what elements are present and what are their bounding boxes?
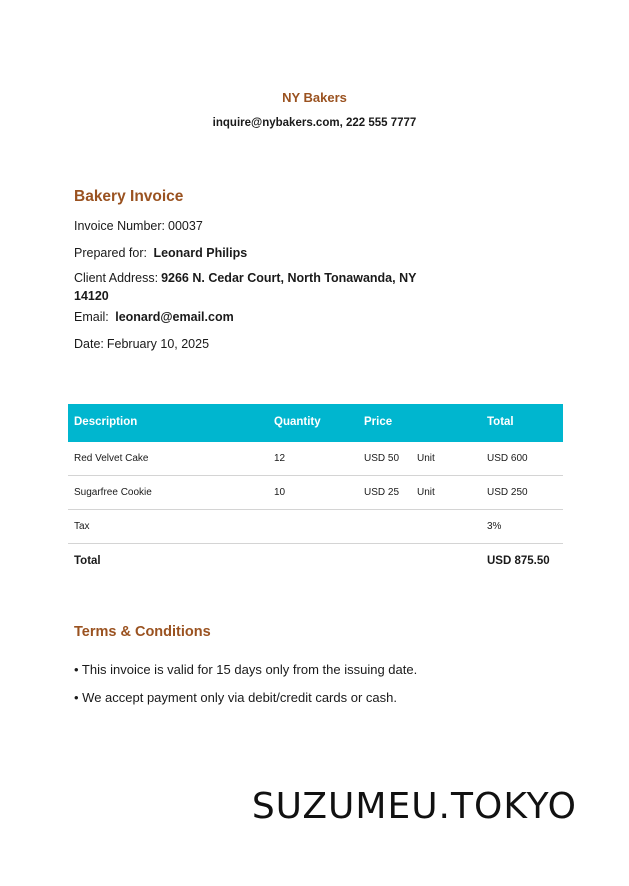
table-header: Description Quantity Price Total — [68, 404, 563, 442]
header-description: Description — [74, 416, 138, 428]
row-unit: Unit — [417, 453, 435, 464]
invoice-page: NY Bakers inquire@nybakers.com, 222 555 … — [0, 0, 629, 886]
grand-total-label: Total — [74, 555, 101, 567]
row-quantity: 12 — [274, 453, 286, 464]
date-field: Date: February 10, 2025 — [74, 337, 209, 351]
date-value: February 10, 2025 — [106, 337, 210, 351]
prepared-for-label: Prepared for: — [74, 246, 147, 260]
header-quantity: Quantity — [274, 416, 321, 428]
row-quantity: 10 — [274, 487, 286, 498]
prepared-for-value: Leonard Philips — [153, 246, 248, 260]
invoice-number-value: 00037 — [168, 219, 203, 233]
client-address-label: Client Address: — [74, 271, 159, 285]
terms-item: • We accept payment only via debit/credi… — [74, 690, 397, 705]
header-price: Price — [364, 416, 393, 428]
terms-item: • This invoice is valid for 15 days only… — [74, 662, 418, 677]
email-value: leonard@email.com — [115, 310, 234, 324]
tax-value: 3% — [487, 521, 502, 532]
invoice-title: Bakery Invoice — [74, 188, 184, 205]
table-row: Red Velvet Cake 12 USD 50 Unit USD 600 — [68, 442, 563, 476]
company-name: NY Bakers — [282, 90, 347, 105]
tax-row: Tax 3% — [68, 510, 563, 544]
table-row: Sugarfree Cookie 10 USD 25 Unit USD 250 — [68, 476, 563, 510]
invoice-table: Description Quantity Price Total Red Vel… — [68, 404, 563, 577]
row-total: USD 250 — [487, 487, 528, 498]
row-description: Red Velvet Cake — [74, 453, 149, 464]
tax-label: Tax — [74, 521, 90, 532]
prepared-for-field: Prepared for: Leonard Philips — [74, 246, 247, 260]
invoice-number-label: Invoice Number: — [74, 219, 166, 233]
row-unit: Unit — [417, 487, 435, 498]
row-description: Sugarfree Cookie — [74, 487, 152, 498]
invoice-number-field: Invoice Number: 00037 — [74, 219, 203, 233]
company-contact: inquire@nybakers.com, 222 555 7777 — [212, 117, 417, 129]
row-price: USD 25 — [364, 487, 400, 498]
date-label: Date: — [74, 337, 104, 351]
terms-title: Terms & Conditions — [74, 624, 211, 640]
row-total: USD 600 — [487, 453, 528, 464]
email-field: Email: leonard@email.com — [74, 310, 234, 324]
header-total: Total — [487, 416, 514, 428]
grand-total-value: USD 875.50 — [487, 555, 550, 567]
grand-total-row: Total USD 875.50 — [68, 544, 563, 577]
email-label: Email: — [74, 310, 109, 324]
row-price: USD 50 — [364, 453, 400, 464]
client-address-field: Client Address: 9266 N. Cedar Court, Nort… — [74, 269, 454, 305]
watermark-text: SUZUMEU.TOKYO — [251, 786, 577, 827]
